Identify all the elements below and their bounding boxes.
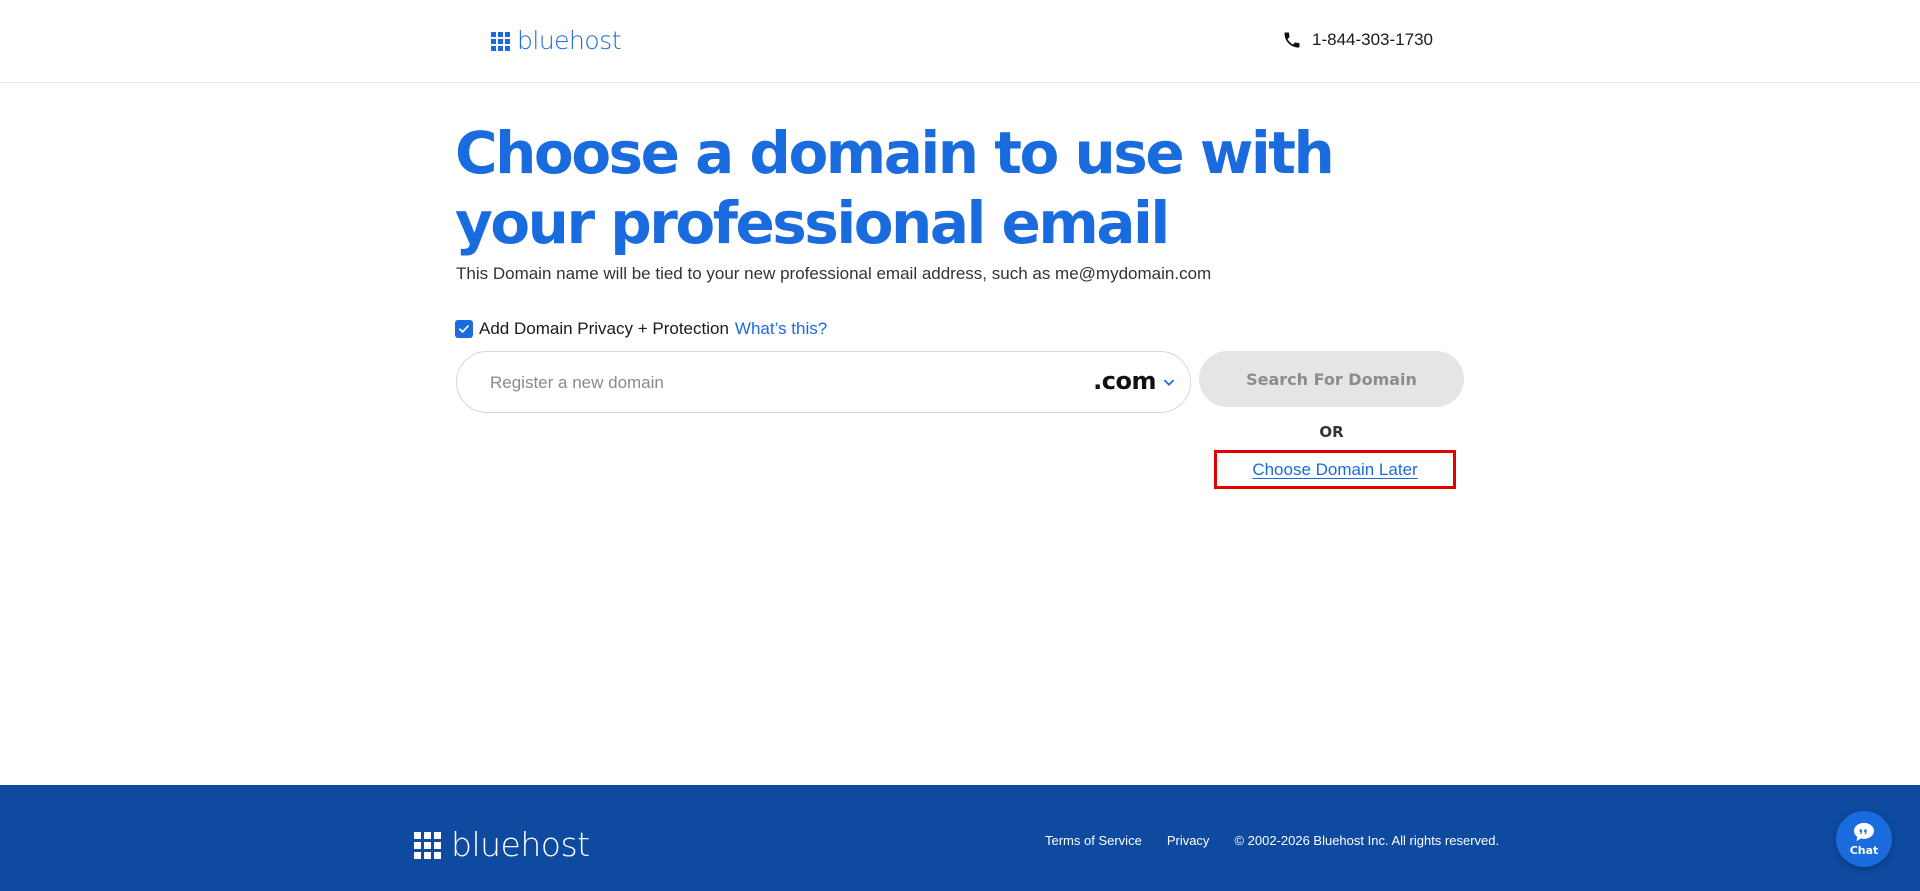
copyright-text: © 2002-2026 Bluehost Inc. All rights res… <box>1234 833 1500 848</box>
choose-later-highlight: Choose Domain Later <box>1214 450 1456 489</box>
footer-logo-text: bluehost <box>451 825 590 864</box>
page-title: Choose a domain to use with your profess… <box>455 119 1335 257</box>
domain-privacy-checkbox[interactable] <box>455 320 473 338</box>
bluehost-logo[interactable]: bluehost <box>491 26 622 55</box>
checkmark-icon <box>459 325 469 333</box>
or-divider: OR <box>1319 423 1344 441</box>
domain-search-input[interactable] <box>490 371 1040 395</box>
grid-logo-icon <box>491 31 510 51</box>
chevron-down-icon <box>1164 379 1174 386</box>
tld-dropdown[interactable]: .com <box>1093 366 1176 396</box>
site-header: bluehost 1-844-303-1730 <box>0 0 1920 83</box>
phone-number: 1-844-303-1730 <box>1312 30 1433 49</box>
search-for-domain-button[interactable]: Search For Domain <box>1199 351 1464 407</box>
domain-privacy-label[interactable]: Add Domain Privacy + Protection <box>479 319 729 339</box>
chat-label: Chat <box>1849 843 1879 857</box>
footer-logo[interactable]: bluehost <box>414 828 590 862</box>
privacy-link[interactable]: Privacy <box>1167 832 1210 850</box>
tld-selected-value: .com <box>1093 367 1156 395</box>
whats-this-link[interactable]: What’s this? <box>735 319 827 339</box>
grid-logo-icon <box>414 831 441 859</box>
phone-contact[interactable]: 1-844-303-1730 <box>1282 29 1433 51</box>
chat-button[interactable]: Chat <box>1836 811 1892 867</box>
domain-privacy-row: Add Domain Privacy + Protection What’s t… <box>455 319 827 339</box>
footer-links: Terms of Service Privacy © 2002-2026 Blu… <box>1045 832 1499 850</box>
chat-icon <box>1854 822 1874 841</box>
choose-domain-later-link[interactable]: Choose Domain Later <box>1252 460 1417 480</box>
terms-of-service-link[interactable]: Terms of Service <box>1045 832 1142 850</box>
site-footer: bluehost Terms of Service Privacy © 2002… <box>0 785 1920 891</box>
page-subtitle: This Domain name will be tied to your ne… <box>456 264 1212 283</box>
phone-icon <box>1284 32 1300 48</box>
logo-text: bluehost <box>517 26 622 55</box>
domain-search-field: .com <box>456 351 1191 413</box>
